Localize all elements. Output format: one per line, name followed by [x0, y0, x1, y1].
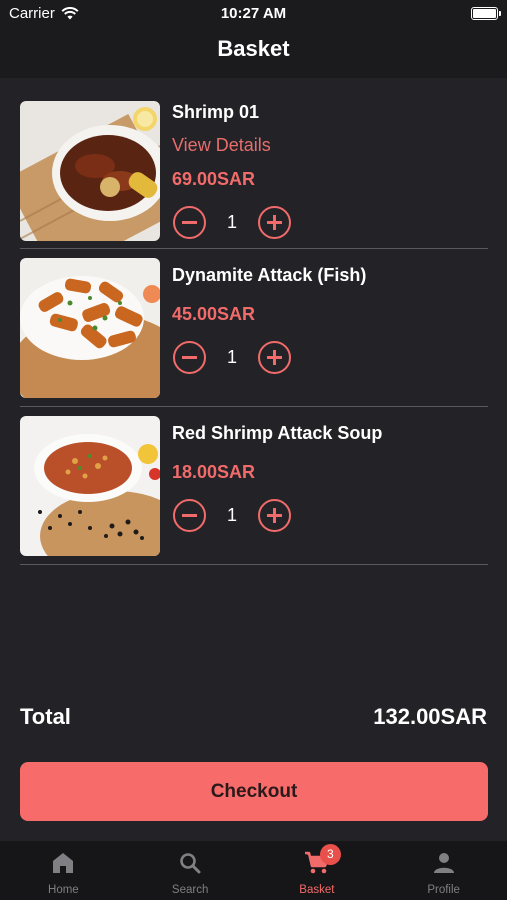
- battery-icon: [471, 7, 501, 20]
- home-icon: [48, 850, 78, 876]
- tab-bar: Home Search 3 Basket Profile: [0, 841, 507, 900]
- checkout-button[interactable]: Checkout: [20, 762, 488, 821]
- quantity-stepper: 1: [173, 206, 291, 239]
- item-name: Dynamite Attack (Fish): [172, 265, 367, 285]
- plus-icon-vertical: [273, 350, 276, 365]
- item-price: 69.00SAR: [172, 169, 256, 189]
- tab-search[interactable]: Search: [127, 841, 254, 900]
- item-name: Red Shrimp Attack Soup: [172, 423, 383, 443]
- cart-badge: 3: [319, 844, 341, 865]
- item-price: 18.00SAR: [172, 462, 256, 482]
- tab-label: Search: [171, 884, 209, 896]
- view-details-link[interactable]: View Details: [172, 135, 271, 156]
- increase-quantity-button[interactable]: [258, 499, 291, 532]
- increase-quantity-button[interactable]: [258, 341, 291, 374]
- product-image-shrimp[interactable]: [20, 101, 160, 241]
- decrease-quantity-button[interactable]: [173, 499, 206, 532]
- tab-label: Home: [48, 884, 79, 896]
- increase-quantity-button[interactable]: [258, 206, 291, 239]
- quantity-stepper: 1: [173, 341, 291, 374]
- product-image-fish[interactable]: [20, 258, 160, 398]
- search-icon: [175, 850, 205, 876]
- minus-icon: [182, 356, 197, 359]
- page-title: Basket: [217, 36, 290, 61]
- tab-label: Basket: [299, 884, 335, 896]
- minus-icon: [182, 514, 197, 517]
- quantity-value: 1: [226, 505, 237, 525]
- status-bar: Carrier 10:27 AM: [0, 0, 507, 28]
- plus-icon-vertical: [273, 508, 276, 523]
- tab-profile[interactable]: Profile: [380, 841, 507, 900]
- total-label: Total: [20, 704, 71, 729]
- product-image-soup[interactable]: [20, 416, 160, 556]
- decrease-quantity-button[interactable]: [173, 206, 206, 239]
- quantity-stepper: 1: [173, 499, 291, 532]
- basket-item: Shrimp 01 View Details 69.00SAR 1: [20, 92, 488, 249]
- status-time: 10:27 AM: [220, 5, 287, 22]
- quantity-value: 1: [226, 347, 237, 367]
- basket-item: Dynamite Attack (Fish) 45.00SAR 1: [20, 249, 488, 407]
- item-price: 45.00SAR: [172, 304, 256, 324]
- cart-icon: 3: [302, 844, 341, 876]
- tab-label: Profile: [427, 884, 460, 896]
- basket-item: Red Shrimp Attack Soup 18.00SAR 1: [20, 407, 488, 565]
- tab-basket[interactable]: 3 Basket: [254, 841, 381, 900]
- total-value: 132.00SAR: [373, 704, 487, 729]
- top-bar: Carrier 10:27 AM Basket: [0, 0, 507, 78]
- tab-home[interactable]: Home: [0, 841, 127, 900]
- plus-icon-vertical: [273, 215, 276, 230]
- quantity-value: 1: [226, 212, 237, 232]
- item-name: Shrimp 01: [172, 102, 260, 122]
- decrease-quantity-button[interactable]: [173, 341, 206, 374]
- person-icon: [429, 850, 459, 876]
- basket-list: Shrimp 01 View Details 69.00SAR 1 Dynami…: [20, 92, 488, 565]
- minus-icon: [182, 221, 197, 224]
